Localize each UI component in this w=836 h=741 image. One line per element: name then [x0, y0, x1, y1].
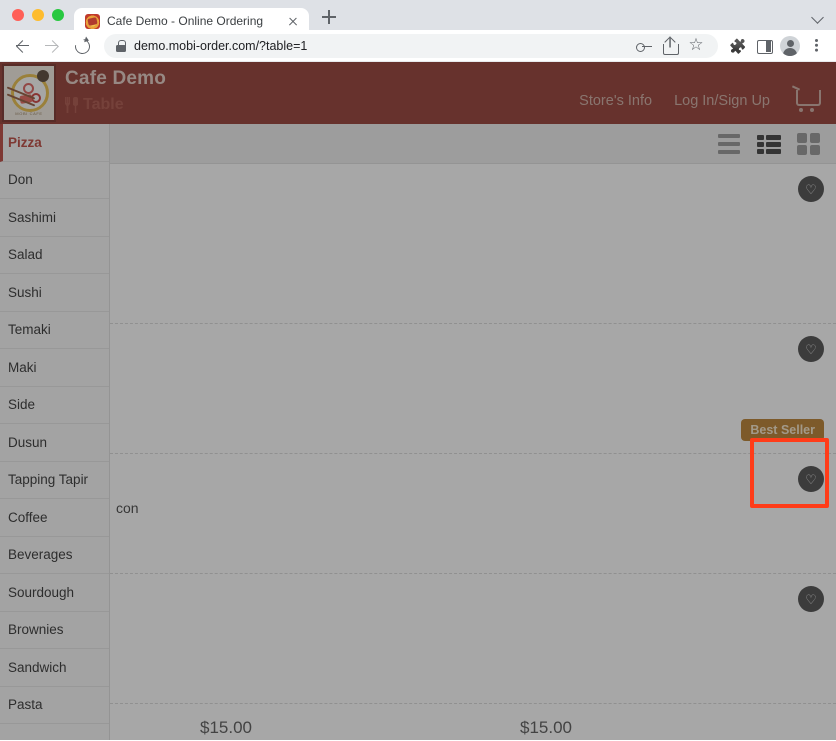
- forward-arrow-icon[interactable]: [38, 32, 66, 60]
- window-controls: [8, 0, 74, 30]
- back-arrow-icon[interactable]: [8, 32, 36, 60]
- minimize-window-button[interactable]: [32, 9, 44, 21]
- profile-avatar-icon[interactable]: [780, 35, 800, 56]
- modal-scrim[interactable]: [0, 62, 836, 740]
- browser-toolbar: demo.mobi-order.com/?table=1: [0, 30, 836, 62]
- chevron-down-icon[interactable]: [812, 11, 824, 23]
- key-icon[interactable]: [632, 34, 656, 58]
- url-text: demo.mobi-order.com/?table=1: [134, 38, 308, 53]
- address-bar[interactable]: demo.mobi-order.com/?table=1: [104, 33, 718, 58]
- browser-window: Cafe Demo - Online Ordering demo.mobi-or…: [0, 0, 836, 741]
- share-icon[interactable]: [658, 34, 682, 58]
- tab-strip: Cafe Demo - Online Ordering: [0, 0, 836, 34]
- bookmark-star-icon[interactable]: [684, 33, 708, 58]
- close-window-button[interactable]: [12, 9, 24, 21]
- maximize-window-button[interactable]: [52, 9, 64, 21]
- lock-icon: [116, 39, 126, 52]
- reload-icon[interactable]: [68, 32, 96, 60]
- browser-menu-icon[interactable]: [804, 34, 828, 58]
- extensions-puzzle-icon[interactable]: [726, 34, 750, 58]
- page-viewport: MOBI CAFE Cafe Demo Table Store's Info L…: [0, 62, 836, 740]
- side-panel-icon[interactable]: [752, 34, 776, 58]
- tab-favicon-icon: [85, 13, 100, 29]
- new-tab-button[interactable]: [315, 3, 343, 31]
- action-highlight-box: [750, 438, 829, 508]
- omnibox-actions: [632, 33, 708, 58]
- browser-tab[interactable]: Cafe Demo - Online Ordering: [74, 8, 309, 34]
- tab-title: Cafe Demo - Online Ordering: [107, 14, 264, 28]
- tab-close-icon[interactable]: [285, 13, 301, 29]
